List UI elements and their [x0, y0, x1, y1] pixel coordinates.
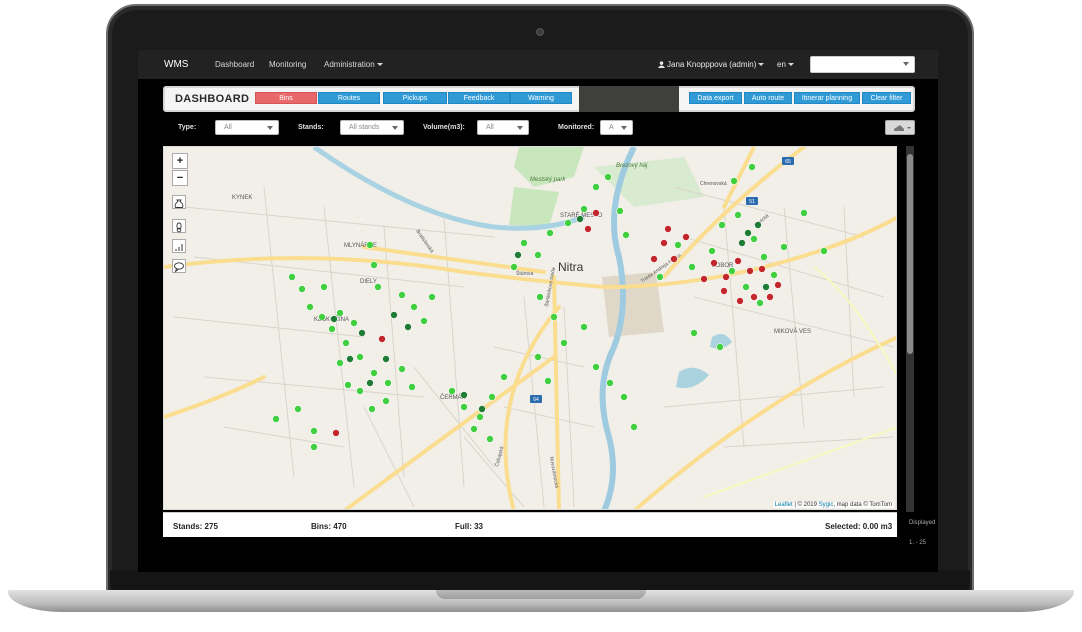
monitored-select[interactable]: A: [600, 120, 633, 135]
svg-text:65: 65: [785, 159, 791, 165]
chevron-down-icon: [787, 63, 794, 67]
signal-button[interactable]: [172, 239, 186, 253]
map-view[interactable]: 65 51 64 KYNEK MLYNÁRCE DIELY KLOKOČINA …: [163, 146, 897, 510]
map-tool-button[interactable]: [885, 120, 915, 135]
filter-bar: Type: All Stands: All stands Volume(m3):…: [138, 118, 938, 138]
label-nitra: Nitra: [558, 260, 584, 274]
label-chrenovska: Chrenovská: [700, 181, 727, 187]
stands-label: Stands:: [298, 124, 324, 131]
label-brezovy-haj: Brezový háj: [616, 163, 648, 169]
tab-warning[interactable]: Warning: [510, 92, 572, 104]
bins-count: Bins: 470: [311, 522, 347, 531]
selected-volume: Selected: 0.00 m3: [825, 522, 893, 531]
scrollbar-thumb[interactable]: [907, 154, 913, 354]
sygic-link[interactable]: Sygic: [819, 502, 834, 508]
speech-bubble-icon: [174, 262, 184, 273]
page-title: DASHBOARD: [175, 93, 250, 105]
data-export-button[interactable]: Data export: [689, 92, 742, 104]
dropdown-arrow-icon: [517, 126, 523, 130]
laptop-notch: [436, 590, 646, 599]
displayed-range: 1. - 25: [909, 540, 927, 546]
user-icon: [658, 61, 665, 68]
label-sturova: Štúrova: [516, 270, 533, 277]
chevron-down-icon: [376, 63, 383, 67]
monitored-value: A: [609, 124, 614, 131]
pickup-tool-icon: [894, 125, 911, 131]
camera-icon: [536, 28, 544, 36]
stands-count: Stands: 275: [173, 522, 218, 531]
road-badge-64: 64: [530, 395, 542, 403]
tab-feedback[interactable]: Feedback: [448, 92, 510, 104]
attribution-tail: , map data © TomTom: [833, 502, 892, 508]
attribution-copyright: | © 2019: [792, 502, 819, 508]
label-diely: DIELY: [360, 279, 377, 285]
svg-text:64: 64: [533, 397, 539, 403]
dropdown-arrow-icon: [267, 126, 273, 130]
dropdown-arrow-icon: [621, 126, 627, 130]
user-menu[interactable]: Jana Knopppova (admin): [658, 60, 765, 69]
auto-route-button[interactable]: Auto route: [744, 92, 792, 104]
itinerar-planning-button[interactable]: Itinerar planning: [794, 92, 860, 104]
language-label: en: [777, 60, 786, 69]
type-label: Type:: [178, 124, 197, 131]
svg-text:51: 51: [749, 199, 755, 205]
zoom-in-button[interactable]: +: [172, 153, 188, 169]
zoom-out-button[interactable]: −: [172, 170, 188, 186]
type-select[interactable]: All: [215, 120, 279, 135]
city-select[interactable]: [810, 56, 915, 73]
dashboard-panel: DASHBOARD Bins Routes Pickups Feedback W…: [163, 86, 915, 112]
displayed-label: Displayed: [909, 520, 936, 526]
dropdown-arrow-icon: [392, 126, 398, 130]
map-attribution: Leaflet | © 2019 Sygic, map data © TomTo…: [772, 502, 894, 508]
chevron-down-icon: [758, 63, 765, 67]
feedback-layer-button[interactable]: [172, 259, 186, 273]
volume-label: Volume(m3):: [423, 124, 465, 131]
laptop-chin: [110, 570, 970, 592]
stands-value: All stands: [349, 124, 380, 131]
money-bag-button[interactable]: [172, 195, 186, 209]
label-mikova-ves: MIKOVÁ VES: [774, 328, 811, 335]
volume-select[interactable]: All: [477, 120, 529, 135]
label-kynek: KYNEK: [232, 195, 252, 201]
map-scrollbar[interactable]: [906, 146, 914, 512]
screen: WMS Dashboard Monitoring Administration …: [138, 50, 938, 572]
stands-select[interactable]: All stands: [340, 120, 404, 135]
type-value: All: [224, 124, 232, 131]
tab-routes[interactable]: Routes: [318, 92, 380, 104]
status-bar: Stands: 275 Bins: 470 Full: 33 Selected:…: [163, 512, 897, 537]
bin-sensor-icon: [176, 222, 182, 233]
volume-value: All: [486, 124, 494, 131]
money-bag-icon: [174, 199, 184, 208]
clear-filter-button[interactable]: Clear filter: [862, 92, 911, 104]
user-name: Jana Knopppova (admin): [667, 60, 757, 69]
tab-pickups[interactable]: Pickups: [383, 92, 447, 104]
dropdown-arrow-icon: [903, 62, 909, 66]
nav-administration-label: Administration: [324, 60, 375, 69]
nav-dashboard[interactable]: Dashboard: [215, 60, 254, 69]
leaflet-link[interactable]: Leaflet: [775, 502, 793, 508]
language-menu[interactable]: en: [777, 60, 794, 69]
bin-sensor-button[interactable]: [172, 219, 186, 233]
full-count: Full: 33: [455, 522, 484, 531]
top-navbar: WMS Dashboard Monitoring Administration …: [138, 50, 938, 79]
nav-administration[interactable]: Administration: [324, 60, 383, 69]
road-badge-51: 51: [746, 197, 758, 205]
label-mestsky-park: Mestský park: [530, 177, 566, 183]
castle-area: [602, 272, 664, 337]
signal-bars-icon: [175, 244, 183, 251]
map-canvas[interactable]: 65 51 64 KYNEK MLYNÁRCE DIELY KLOKOČINA …: [164, 147, 897, 510]
brand-logo[interactable]: WMS: [164, 59, 188, 70]
panel-spacer: [579, 86, 679, 112]
road-badge-65: 65: [782, 157, 794, 165]
nav-monitoring[interactable]: Monitoring: [269, 60, 306, 69]
tab-bins[interactable]: Bins: [255, 92, 317, 104]
monitored-label: Monitored:: [558, 124, 595, 131]
